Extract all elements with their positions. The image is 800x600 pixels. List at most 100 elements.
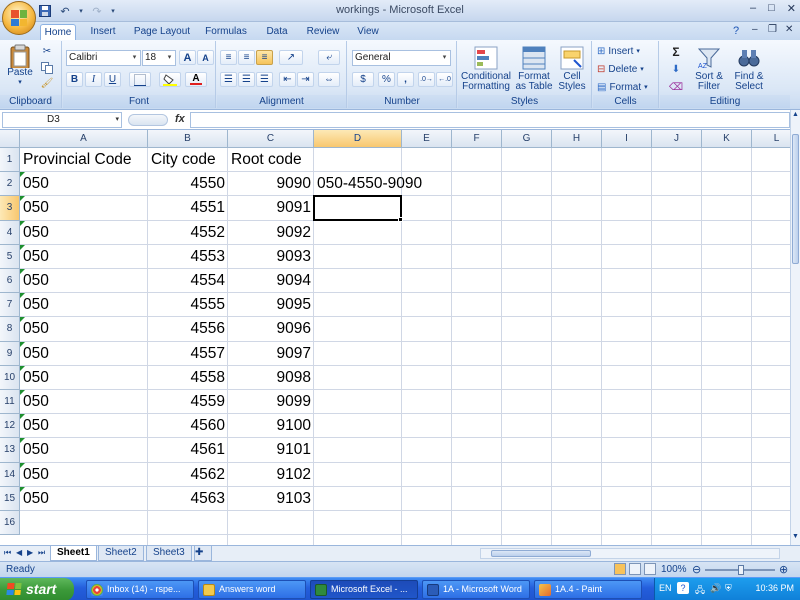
cell-b6[interactable]: 4554 xyxy=(148,269,228,293)
cell-a11[interactable]: 050 xyxy=(20,390,148,414)
grow-font-button[interactable]: A xyxy=(179,50,196,65)
cut-icon[interactable]: ✂ xyxy=(40,45,54,59)
row-header-9[interactable]: 9 xyxy=(0,341,20,366)
column-header-b[interactable]: B xyxy=(148,130,228,148)
align-top-icon[interactable]: ≡ xyxy=(220,50,237,65)
merge-center-icon[interactable]: ⇔ xyxy=(318,72,340,87)
decrease-indent-icon[interactable]: ⇤ xyxy=(279,72,296,87)
active-cell-cursor[interactable] xyxy=(313,195,402,221)
cell-a3[interactable]: 050 xyxy=(20,196,148,220)
sheet-tab-sheet3[interactable]: Sheet3 xyxy=(146,546,192,561)
align-left-icon[interactable]: ☰ xyxy=(220,72,237,87)
first-sheet-icon[interactable]: ⏮ xyxy=(4,548,11,558)
taskbar-item-answers-word[interactable]: Answers word xyxy=(198,580,306,599)
row-header-11[interactable]: 11 xyxy=(0,390,20,415)
find-select-button[interactable]: Find & Select xyxy=(730,43,768,95)
format-cells-button[interactable]: ▤ Format ▾ xyxy=(597,81,655,95)
cell-a13[interactable]: 050 xyxy=(20,438,148,462)
workbook-close-button[interactable]: ✕ xyxy=(785,24,793,35)
align-bottom-icon[interactable]: ≡ xyxy=(256,50,273,65)
row-header-3[interactable]: 3 xyxy=(0,196,20,221)
align-right-icon[interactable]: ☰ xyxy=(256,72,273,87)
security-icon[interactable]: ⛨ xyxy=(725,583,732,594)
tab-formulas[interactable]: Formulas xyxy=(200,24,252,41)
cell-c12[interactable]: 9100 xyxy=(228,414,314,438)
cell-b12[interactable]: 4560 xyxy=(148,414,228,438)
prev-sheet-icon[interactable]: ◀ xyxy=(16,548,22,557)
next-sheet-icon[interactable]: ▶ xyxy=(27,548,33,557)
align-center-icon[interactable]: ☰ xyxy=(238,72,255,87)
wrap-text-icon[interactable]: ⤶ xyxy=(318,50,340,65)
cell-b11[interactable]: 4559 xyxy=(148,390,228,414)
cell-b15[interactable]: 4563 xyxy=(148,487,228,511)
cell-a4[interactable]: 050 xyxy=(20,221,148,245)
normal-view-icon[interactable] xyxy=(614,563,626,575)
worksheet-grid[interactable]: ABCDEFGHIJKL 1 2 3 4 5 6 7 8 9 10 11 12 13 14 15 16 Pro… xyxy=(0,130,790,545)
copy-icon[interactable] xyxy=(40,61,54,75)
zoom-out-icon[interactable]: ⊖ xyxy=(692,563,701,576)
tab-review[interactable]: Review xyxy=(302,24,344,41)
cell-b14[interactable]: 4562 xyxy=(148,463,228,487)
font-color-button[interactable]: A xyxy=(185,72,207,87)
column-header-k[interactable]: K xyxy=(702,130,752,148)
column-header-h[interactable]: H xyxy=(552,130,602,148)
autosum-button[interactable]: Σ xyxy=(664,45,688,59)
tab-page-layout[interactable]: Page Layout xyxy=(131,24,193,41)
volume-icon[interactable]: 🔊 xyxy=(710,583,721,594)
row-header-12[interactable]: 12 xyxy=(0,414,20,439)
sheet-tab-sheet1[interactable]: Sheet1 xyxy=(50,546,97,561)
tab-home[interactable]: Home xyxy=(40,24,76,41)
taskbar-item-paint[interactable]: 1A.4 - Paint xyxy=(534,580,642,599)
column-header-j[interactable]: J xyxy=(652,130,702,148)
conditional-formatting-button[interactable]: Conditional Formatting xyxy=(460,43,512,95)
column-header-a[interactable]: A xyxy=(20,130,148,148)
row-header-2[interactable]: 2 xyxy=(0,172,20,197)
insert-cells-button[interactable]: ⊞ Insert ▾ xyxy=(597,45,655,59)
format-as-table-button[interactable]: Format as Table xyxy=(514,43,554,95)
column-header-i[interactable]: I xyxy=(602,130,652,148)
cell-b7[interactable]: 4555 xyxy=(148,293,228,317)
row-header-8[interactable]: 8 xyxy=(0,317,20,342)
cell-b8[interactable]: 4556 xyxy=(148,317,228,341)
cell-styles-button[interactable]: Cell Styles xyxy=(555,43,589,95)
cell-a8[interactable]: 050 xyxy=(20,317,148,341)
close-button[interactable]: ✕ xyxy=(787,2,796,15)
select-all-button[interactable] xyxy=(0,130,20,148)
cell-a14[interactable]: 050 xyxy=(20,463,148,487)
vertical-scrollbar[interactable]: ▲ ▼ xyxy=(790,110,800,545)
vertical-scroll-thumb[interactable] xyxy=(792,134,799,264)
cell-a1[interactable]: Provincial Code xyxy=(20,148,148,172)
cell-a15[interactable]: 050 xyxy=(20,487,148,511)
shrink-font-button[interactable]: A xyxy=(197,50,214,65)
row-header-1[interactable]: 1 xyxy=(0,148,20,173)
fill-icon[interactable]: ⬇ xyxy=(664,63,688,77)
orientation-icon[interactable]: ↗ xyxy=(279,50,303,65)
cell-b5[interactable]: 4553 xyxy=(148,245,228,269)
cell-a6[interactable]: 050 xyxy=(20,269,148,293)
cell-c6[interactable]: 9094 xyxy=(228,269,314,293)
cell-c13[interactable]: 9101 xyxy=(228,438,314,462)
delete-cells-button[interactable]: ⊟ Delete ▾ xyxy=(597,63,655,77)
decrease-decimal-icon[interactable]: ←.0 xyxy=(436,72,453,87)
workbook-minimize-button[interactable]: – xyxy=(752,24,758,35)
horizontal-scrollbar[interactable] xyxy=(480,548,780,559)
row-header-13[interactable]: 13 xyxy=(0,438,20,463)
font-size-select[interactable]: 18 ▾ xyxy=(142,50,176,66)
cell-a9[interactable]: 050 xyxy=(20,342,148,366)
cell-c8[interactable]: 9096 xyxy=(228,317,314,341)
paste-button[interactable]: Paste ▾ xyxy=(4,44,36,88)
taskbar-item-excel[interactable]: Microsoft Excel - ... xyxy=(310,580,418,599)
insert-function-button[interactable]: fx xyxy=(175,113,185,125)
cell-c9[interactable]: 9097 xyxy=(228,342,314,366)
cell-b2[interactable]: 4550 xyxy=(148,172,228,196)
cell-c1[interactable]: Root code xyxy=(228,148,314,172)
row-header-7[interactable]: 7 xyxy=(0,293,20,318)
fill-handle[interactable] xyxy=(398,216,403,222)
tab-insert[interactable]: Insert xyxy=(84,24,122,41)
page-break-view-icon[interactable] xyxy=(644,563,656,575)
cell-c10[interactable]: 9098 xyxy=(228,366,314,390)
comma-button[interactable]: , xyxy=(397,72,414,87)
zoom-in-icon[interactable]: ⊕ xyxy=(779,563,788,576)
cell-a2[interactable]: 050 xyxy=(20,172,148,196)
row-header-14[interactable]: 14 xyxy=(0,462,20,487)
